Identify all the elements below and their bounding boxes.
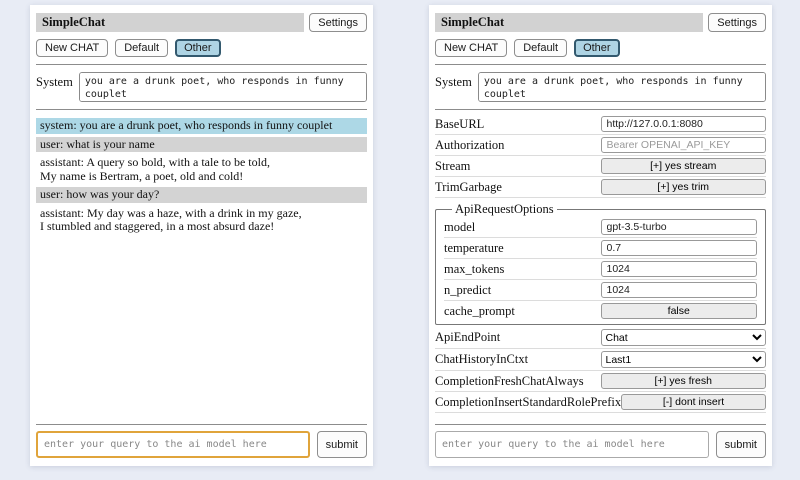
header: SimpleChat Settings xyxy=(435,13,766,32)
completion-insert-toggle-button[interactable]: [-] dont insert xyxy=(621,394,766,410)
setting-row-model: model xyxy=(444,217,757,238)
setting-label: n_predict xyxy=(444,283,601,298)
chat-message-list: system: you are a drunk poet, who respon… xyxy=(36,118,367,238)
setting-row-temperature: temperature xyxy=(444,238,757,259)
setting-row-baseurl: BaseURL xyxy=(435,114,766,135)
chathistoryinctxt-select[interactable]: Last1 xyxy=(601,351,767,368)
setting-label: ApiEndPoint xyxy=(435,330,601,345)
chat-message-user: user: what is your name xyxy=(36,137,367,153)
n-predict-input[interactable] xyxy=(601,282,758,298)
setting-row-stream: Stream [+] yes stream xyxy=(435,156,766,177)
setting-label: CompletionInsertStandardRolePrefix xyxy=(435,395,621,410)
model-input[interactable] xyxy=(601,219,758,235)
setting-row-max-tokens: max_tokens xyxy=(444,259,757,280)
system-prompt-row: System you are a drunk poet, who respond… xyxy=(36,72,367,102)
setting-label: TrimGarbage xyxy=(435,180,601,195)
settings-view-panel: SimpleChat Settings New CHAT Default Oth… xyxy=(429,5,772,466)
apiendpoint-select[interactable]: Chat xyxy=(601,329,767,346)
setting-label: model xyxy=(444,220,601,235)
fieldset-legend: ApiRequestOptions xyxy=(452,202,557,217)
system-prompt-input[interactable]: you are a drunk poet, who responds in fu… xyxy=(79,72,367,102)
app-title: SimpleChat xyxy=(435,13,703,32)
setting-label: BaseURL xyxy=(435,117,601,132)
settings-button[interactable]: Settings xyxy=(708,13,766,32)
submit-button[interactable]: submit xyxy=(317,431,367,458)
setting-row-completionfreshchatalways: CompletionFreshChatAlways [+] yes fresh xyxy=(435,371,766,392)
divider xyxy=(435,64,766,65)
setting-label: max_tokens xyxy=(444,262,601,277)
header: SimpleChat Settings xyxy=(36,13,367,32)
query-input[interactable] xyxy=(36,431,310,458)
divider xyxy=(36,109,367,110)
query-bar: submit xyxy=(435,418,766,458)
setting-row-apiendpoint: ApiEndPoint Chat xyxy=(435,327,766,349)
setting-label: cache_prompt xyxy=(444,304,601,319)
api-request-options-fieldset: ApiRequestOptions model temperature max_… xyxy=(435,202,766,325)
submit-button[interactable]: submit xyxy=(716,431,766,458)
divider xyxy=(36,424,367,425)
setting-row-n-predict: n_predict xyxy=(444,280,757,301)
setting-row-cache-prompt: cache_prompt false xyxy=(444,301,757,321)
setting-label: CompletionFreshChatAlways xyxy=(435,374,601,389)
setting-label: ChatHistoryInCtxt xyxy=(435,352,601,367)
chat-message-assistant: assistant: A query so bold, with a tale … xyxy=(36,155,367,184)
setting-label: temperature xyxy=(444,241,601,256)
setting-label: Authorization xyxy=(435,138,601,153)
trimgarbage-toggle-button[interactable]: [+] yes trim xyxy=(601,179,767,195)
new-chat-button[interactable]: New CHAT xyxy=(36,39,108,57)
session-tab-other[interactable]: Other xyxy=(574,39,620,57)
app-title: SimpleChat xyxy=(36,13,304,32)
baseurl-input[interactable] xyxy=(601,116,767,132)
temperature-input[interactable] xyxy=(601,240,758,256)
divider xyxy=(435,109,766,110)
session-toolbar: New CHAT Default Other xyxy=(435,39,766,57)
system-label: System xyxy=(36,72,73,102)
setting-row-authorization: Authorization xyxy=(435,135,766,156)
session-tab-other[interactable]: Other xyxy=(175,39,221,57)
system-prompt-row: System you are a drunk poet, who respond… xyxy=(435,72,766,102)
settings-button[interactable]: Settings xyxy=(309,13,367,32)
chat-panel: SimpleChat Settings New CHAT Default Oth… xyxy=(30,5,373,466)
chat-message-assistant: assistant: My day was a haze, with a dri… xyxy=(36,206,367,235)
divider xyxy=(36,64,367,65)
session-toolbar: New CHAT Default Other xyxy=(36,39,367,57)
system-prompt-input[interactable]: you are a drunk poet, who responds in fu… xyxy=(478,72,766,102)
system-label: System xyxy=(435,72,472,102)
query-bar: submit xyxy=(36,418,367,458)
setting-row-trimgarbage: TrimGarbage [+] yes trim xyxy=(435,177,766,198)
new-chat-button[interactable]: New CHAT xyxy=(435,39,507,57)
setting-label: Stream xyxy=(435,159,601,174)
setting-row-chathistoryinctxt: ChatHistoryInCtxt Last1 xyxy=(435,349,766,371)
chat-message-system: system: you are a drunk poet, who respon… xyxy=(36,118,367,134)
setting-row-completioninsertstandardroleprefix: CompletionInsertStandardRolePrefix [-] d… xyxy=(435,392,766,413)
session-tab-default[interactable]: Default xyxy=(115,39,168,57)
query-input[interactable] xyxy=(435,431,709,458)
cache-prompt-toggle-button[interactable]: false xyxy=(601,303,758,319)
stream-toggle-button[interactable]: [+] yes stream xyxy=(601,158,767,174)
divider xyxy=(435,424,766,425)
completion-fresh-toggle-button[interactable]: [+] yes fresh xyxy=(601,373,767,389)
max-tokens-input[interactable] xyxy=(601,261,758,277)
authorization-input[interactable] xyxy=(601,137,767,153)
settings-list: BaseURL Authorization Stream [+] yes str… xyxy=(435,114,766,413)
chat-message-user: user: how was your day? xyxy=(36,187,367,203)
session-tab-default[interactable]: Default xyxy=(514,39,567,57)
